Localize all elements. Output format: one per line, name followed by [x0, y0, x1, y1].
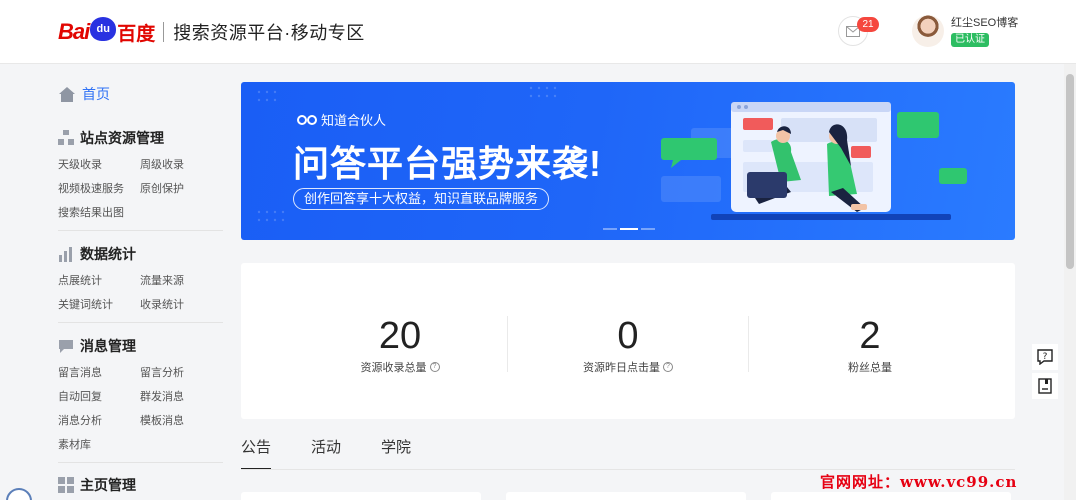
sidebar-section-site: 站点资源管理 天级收录 周级收录 视频极速服务 原创保护 搜索结果出图	[58, 128, 223, 222]
sidebar-section-homepage: 主页管理	[58, 475, 223, 495]
help-icon[interactable]: ?	[429, 362, 440, 372]
banner-illustration	[661, 102, 967, 220]
sidebar-item-msg-analysis[interactable]: 消息分析	[58, 413, 140, 430]
stat-label: 资源昨日点击量	[583, 362, 660, 374]
sidebar-item-keyword-stats[interactable]: 关键词统计	[58, 297, 140, 314]
sidebar-item-video-fast[interactable]: 视频极速服务	[58, 181, 140, 198]
platform-title: 搜索资源平台·移动专区	[173, 23, 365, 43]
stat-fans-total: 2 粉丝总量	[745, 315, 995, 375]
banner-carousel-dots[interactable]	[603, 228, 655, 230]
sidebar-item-original-protect[interactable]: 原创保护	[140, 181, 222, 198]
message-count-badge: 21	[857, 17, 879, 32]
sidebar-item-daily-index[interactable]: 天级收录	[58, 157, 140, 174]
stat-value: 20	[378, 315, 422, 357]
sidebar-item-comment-msg[interactable]: 留言消息	[58, 365, 140, 382]
banner-brand-text: 知道合伙人	[321, 113, 387, 128]
page-scrollbar[interactable]	[1064, 64, 1076, 500]
stat-label: 资源收录总量	[360, 362, 427, 374]
section-title-messages: 消息管理	[80, 338, 136, 354]
sidebar-item-impressions[interactable]: 点展统计	[58, 273, 140, 290]
stat-yesterday-clicks: 0 资源昨日点击量 ?	[503, 315, 753, 375]
tabs-underline	[241, 469, 1015, 470]
sidebar-item-material-lib[interactable]: 素材库	[58, 437, 140, 454]
sidebar-section-stats: 数据统计 点展统计 流量来源 关键词统计 收录统计	[58, 244, 223, 314]
sidebar-item-label: 首页	[82, 86, 110, 102]
sidebar-item-auto-reply[interactable]: 自动回复	[58, 389, 140, 406]
home-icon	[59, 86, 75, 102]
grid-icon	[58, 477, 74, 493]
section-title-site: 站点资源管理	[80, 130, 164, 146]
sidebar-item-search-image[interactable]: 搜索结果出图	[58, 205, 140, 222]
tab-announcements[interactable]: 公告	[241, 432, 272, 470]
sidebar-section-messages: 消息管理 留言消息 留言分析 自动回复 群发消息 消息分析 模板消息 素材库	[58, 336, 223, 454]
partner-logo-icon	[297, 114, 317, 125]
stat-value: 0	[617, 315, 639, 357]
content-card[interactable]	[241, 492, 481, 500]
logo-paw-icon: du	[90, 17, 117, 41]
notebook-icon	[1038, 378, 1052, 394]
sitemap-icon	[58, 130, 74, 145]
banner-brand: 知道合伙人	[297, 110, 386, 129]
sidebar-item-traffic-source[interactable]: 流量来源	[140, 273, 222, 290]
website-watermark: 官网网址：www.vc99.cn	[820, 473, 1018, 491]
sidebar-item-comment-analysis[interactable]: 留言分析	[140, 365, 222, 382]
sidebar-item-weekly-index[interactable]: 周级收录	[140, 157, 222, 174]
verified-badge: 已认证	[951, 33, 989, 47]
sidebar-item-home[interactable]: 首页	[58, 84, 110, 104]
help-icon[interactable]: ?	[663, 362, 673, 372]
stat-index-total: 20 资源收录总量 ?	[275, 315, 525, 375]
sidebar-item-mass-msg[interactable]: 群发消息	[140, 389, 222, 406]
sidebar-item-index-stats[interactable]: 收录统计	[140, 297, 222, 314]
content-tabs: 公告 活动 学院	[241, 432, 411, 470]
bar-chart-icon	[59, 247, 72, 262]
banner-subtitle: 创作回答享十大权益，知识直联品牌服务	[293, 188, 550, 210]
feedback-float-button[interactable]	[1032, 373, 1058, 399]
section-title-stats: 数据统计	[80, 246, 136, 262]
svg-text:?: ?	[1043, 352, 1048, 362]
stats-panel: 20 资源收录总量 ? 0 资源昨日点击量 ? 2 粉丝总量	[241, 263, 1015, 419]
sidebar-divider	[58, 322, 223, 323]
message-icon	[59, 340, 73, 353]
user-name[interactable]: 红尘SEO博客	[951, 14, 1018, 30]
stat-value: 2	[859, 315, 881, 357]
logo-divider	[163, 22, 165, 42]
promo-banner[interactable]: 知道合伙人 问答平台强势来袭! 创作回答享十大权益，知识直联品牌服务	[241, 82, 1015, 240]
question-bubble-icon: ?	[1037, 349, 1053, 365]
carousel-dot[interactable]	[603, 228, 617, 230]
sidebar-divider	[58, 462, 223, 463]
carousel-dot-active[interactable]	[620, 228, 638, 230]
content-card[interactable]	[506, 492, 746, 500]
top-header: Bai du 百度 搜索资源平台·移动专区 21 红尘SEO博客 已认证	[0, 0, 1076, 64]
scrollbar-thumb[interactable]	[1066, 74, 1074, 269]
content-card[interactable]	[771, 492, 1011, 500]
tab-activities[interactable]: 活动	[311, 432, 341, 470]
section-title-homepage: 主页管理	[80, 477, 136, 493]
stat-label: 粉丝总量	[848, 362, 892, 374]
tab-academy[interactable]: 学院	[381, 432, 411, 470]
avatar[interactable]	[912, 15, 944, 47]
banner-headline: 问答平台强势来袭!	[293, 143, 602, 184]
baidu-logo[interactable]: Bai du 百度 搜索资源平台·移动专区	[58, 17, 365, 46]
carousel-dot[interactable]	[641, 228, 655, 230]
logo-bai: Bai	[58, 19, 90, 44]
sidebar-divider	[58, 230, 223, 231]
sidebar-item-template-msg[interactable]: 模板消息	[140, 413, 222, 430]
help-float-button[interactable]: ?	[1032, 344, 1058, 370]
logo-baidu-cn: 百度	[117, 23, 156, 45]
